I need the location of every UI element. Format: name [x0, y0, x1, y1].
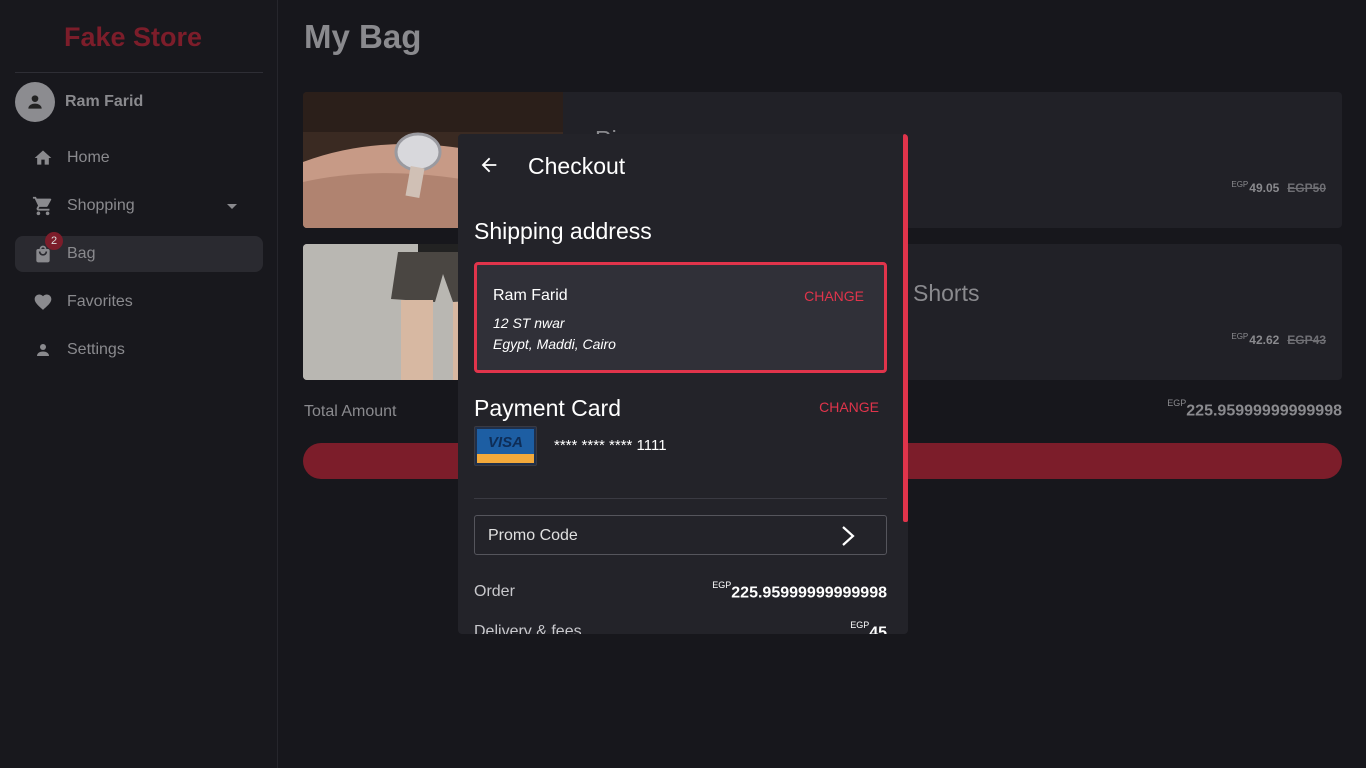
dialog-title: Checkout — [528, 153, 626, 179]
currency-label: EGP — [1231, 332, 1249, 341]
price-value: 49.05 — [1249, 181, 1280, 195]
back-arrow-icon[interactable] — [478, 154, 500, 176]
sidebar-item-bag[interactable]: 2 Bag — [15, 232, 263, 272]
divider — [474, 498, 887, 499]
avatar — [15, 82, 55, 122]
change-address-button[interactable]: CHANGE — [804, 288, 864, 304]
old-price: EGP43 — [1287, 333, 1326, 347]
shipping-address-card[interactable]: Ram Farid CHANGE 12 ST nwar Egypt, Maddi… — [474, 262, 887, 373]
delivery-fees-label: Delivery & fees — [474, 623, 582, 634]
brand-logo[interactable]: Fake Store — [0, 22, 266, 53]
address-line-2: Egypt, Maddi, Cairo — [493, 336, 616, 352]
address-line-1: 12 ST nwar — [493, 315, 565, 331]
sidebar-item-shopping[interactable]: Shopping — [15, 188, 263, 224]
sidebar-item-label: Home — [67, 149, 110, 166]
price-value: 42.62 — [1249, 333, 1280, 347]
delivery-fees-value: EGP45 — [850, 620, 887, 634]
product-name: Shorts — [913, 280, 980, 306]
cart-icon — [32, 195, 54, 217]
promo-code-field[interactable]: Promo Code — [474, 515, 887, 555]
promo-code-label: Promo Code — [488, 527, 578, 544]
sidebar-item-label: Bag — [67, 245, 96, 262]
sidebar: Fake Store Ram Farid Home Shopping 2 Bag… — [0, 0, 278, 768]
card-stripe — [477, 454, 534, 463]
sidebar-item-favorites[interactable]: Favorites — [15, 284, 263, 320]
shipping-address-title: Shipping address — [474, 218, 652, 244]
sidebar-item-label: Settings — [67, 341, 125, 358]
currency-label: EGP — [1231, 180, 1249, 189]
total-amount-value: EGP225.95999999999998 — [1167, 398, 1342, 420]
currency-label: EGP — [850, 620, 870, 630]
person-icon — [32, 339, 54, 361]
user-name: Ram Farid — [65, 93, 144, 110]
card-brand: VISA — [477, 429, 534, 455]
sidebar-item-label: Favorites — [67, 293, 133, 310]
chevron-right-icon — [842, 526, 855, 546]
total-value: 225.95999999999998 — [1186, 402, 1342, 420]
sidebar-item-home[interactable]: Home — [15, 140, 263, 176]
chevron-down-icon — [227, 204, 237, 209]
currency-label: EGP — [1167, 398, 1187, 408]
checkout-dialog: Checkout Shipping address Ram Farid CHAN… — [458, 134, 908, 634]
product-price: EGP 42.62 EGP43 — [1231, 332, 1326, 347]
old-price: EGP50 — [1287, 181, 1326, 195]
heart-icon — [32, 291, 54, 313]
order-amount: 225.95999999999998 — [731, 584, 887, 602]
user-profile[interactable]: Ram Farid — [15, 82, 143, 122]
address-name: Ram Farid — [493, 287, 568, 304]
bag-count-badge: 2 — [45, 232, 63, 250]
sidebar-item-settings[interactable]: Settings — [15, 332, 263, 368]
product-price: EGP 49.05 EGP50 — [1231, 180, 1326, 195]
order-label: Order — [474, 583, 515, 600]
home-icon — [32, 147, 54, 169]
currency-label: EGP — [712, 580, 732, 590]
sidebar-nav: Home Shopping 2 Bag Favorites Settings — [15, 140, 263, 380]
change-payment-button[interactable]: CHANGE — [819, 399, 879, 415]
total-amount-label: Total Amount — [304, 403, 397, 420]
order-value: EGP225.95999999999998 — [712, 580, 887, 602]
card-number: **** **** **** 1111 — [554, 437, 667, 454]
visa-card-icon: VISA — [474, 426, 537, 466]
scrollbar[interactable] — [903, 134, 908, 522]
page-title: My Bag — [304, 18, 422, 55]
delivery-amount: 45 — [869, 624, 887, 634]
sidebar-item-label: Shopping — [67, 197, 135, 214]
payment-card-title: Payment Card — [474, 395, 622, 421]
person-icon — [28, 95, 42, 109]
sidebar-divider — [15, 72, 263, 73]
